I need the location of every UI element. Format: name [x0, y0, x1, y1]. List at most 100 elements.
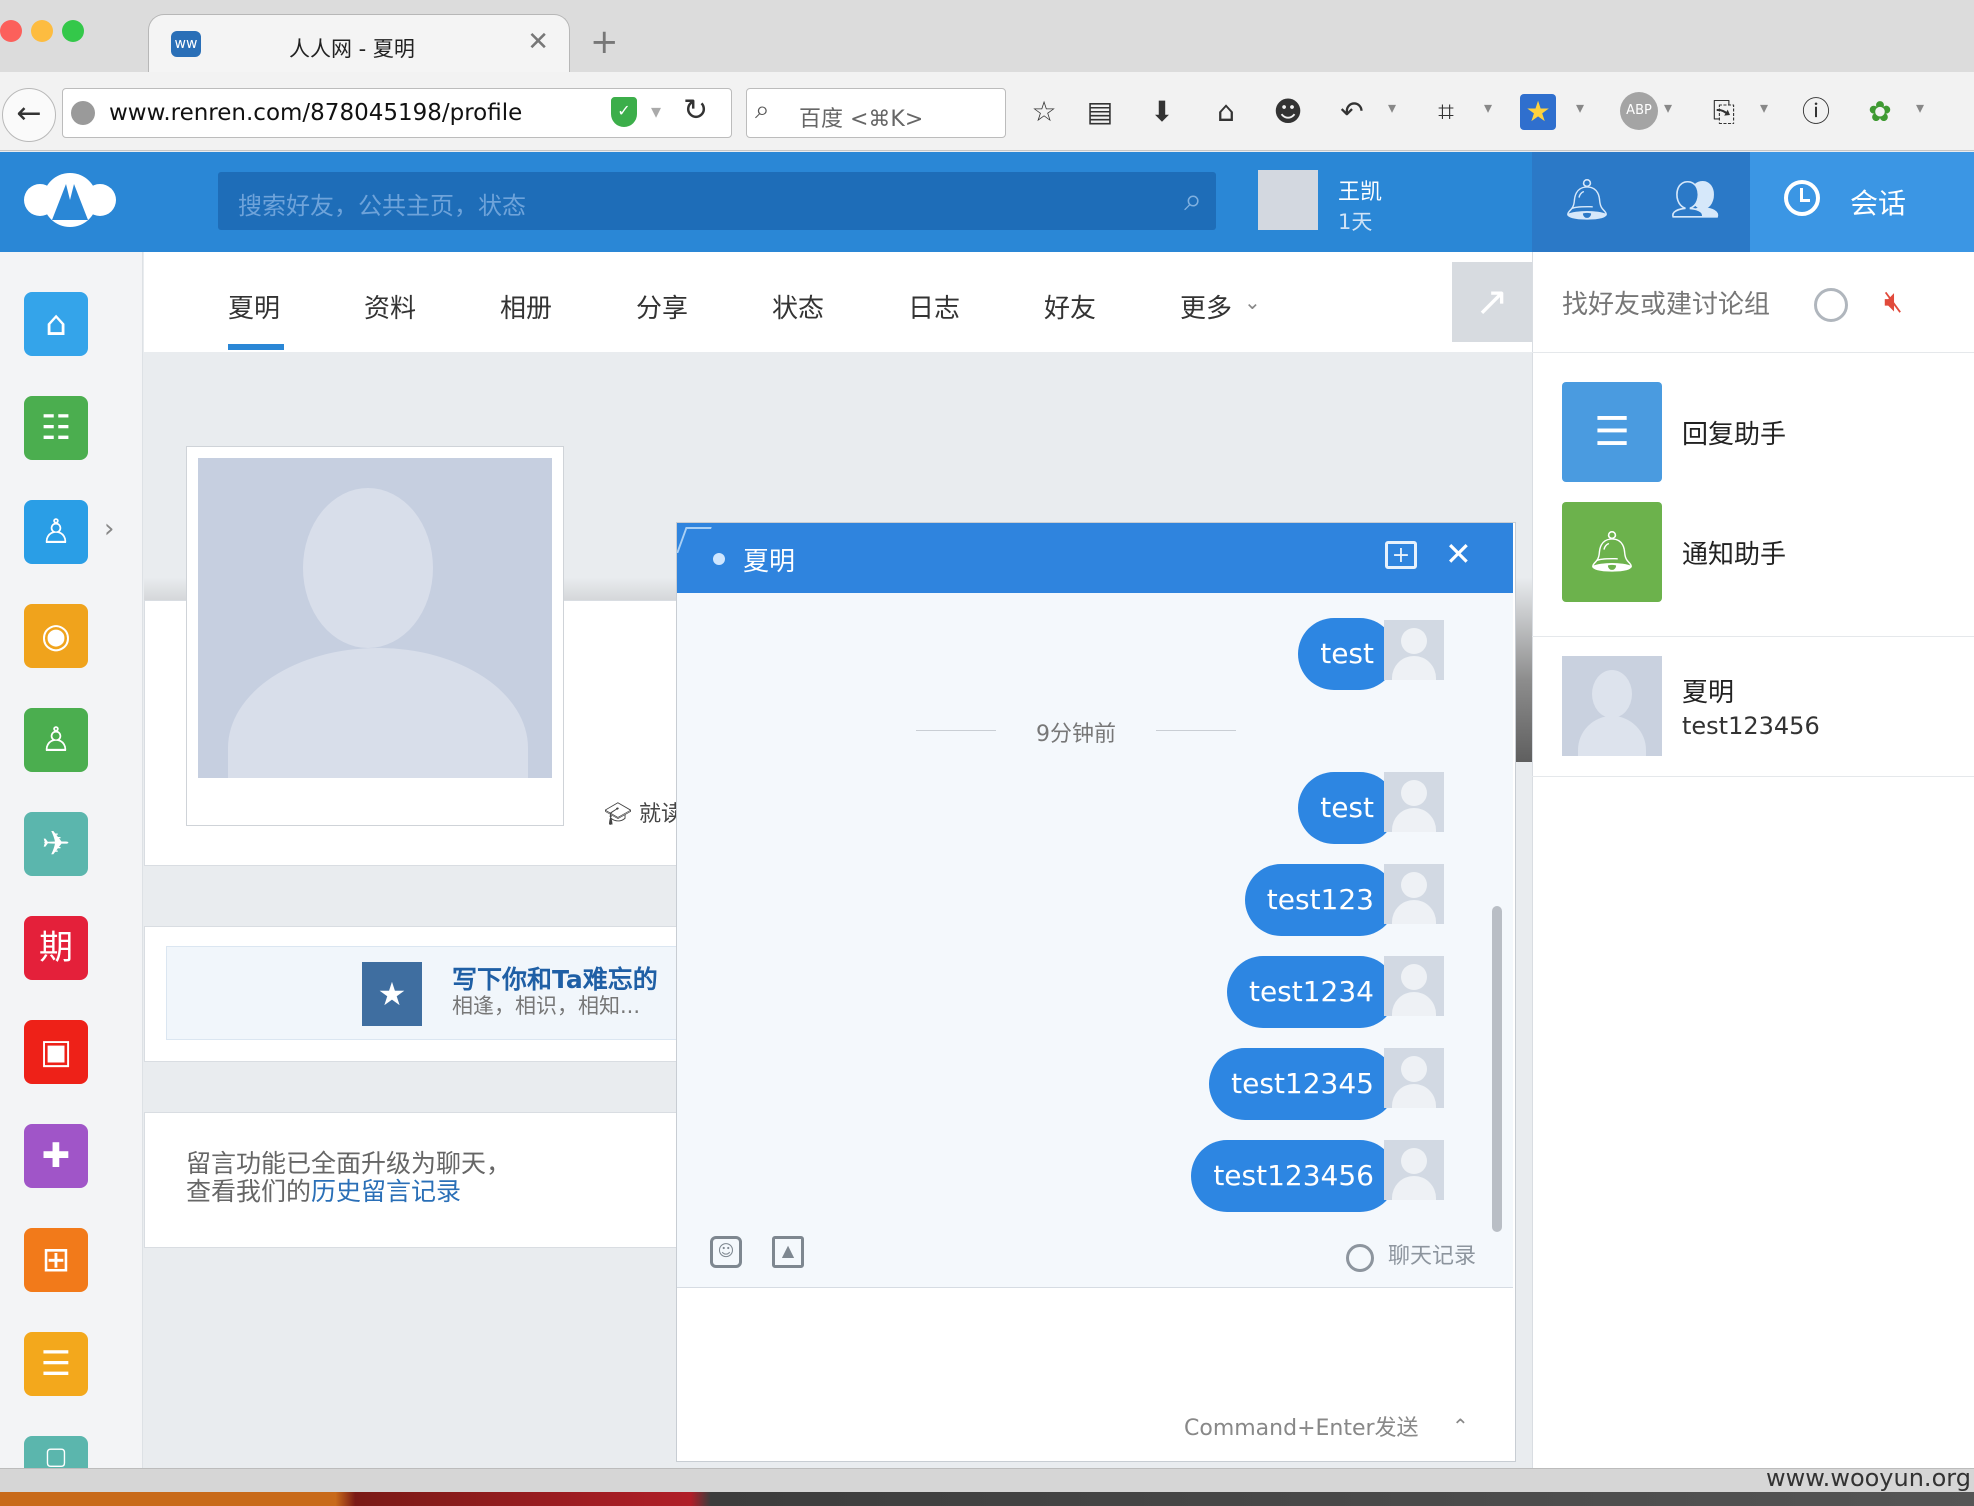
search-icon[interactable]: ⌕ [1184, 180, 1202, 219]
tab-shares[interactable]: 分享 [636, 288, 688, 325]
reply-assistant-label[interactable]: 回复助手 [1682, 414, 1786, 451]
avatar [1384, 1048, 1444, 1108]
user-avatar[interactable] [1258, 170, 1318, 230]
contact-name[interactable]: 夏明 [1682, 672, 1734, 709]
site-search-input[interactable]: 搜索好友，公共主页，状态 ⌕ [218, 172, 1216, 230]
friend-search-input[interactable]: 找好友或建讨论组 [1562, 284, 1770, 321]
share-arrow-icon[interactable]: ↗ [1452, 262, 1532, 342]
clock-icon [1784, 180, 1820, 216]
tab-albums[interactable]: 相册 [500, 288, 552, 325]
horizontal-scrollbar[interactable] [0, 1468, 1974, 1493]
bell-icon[interactable]: 🔔︎ [1560, 170, 1614, 230]
memory-subtitle: 相逢，相识，相知... [452, 994, 641, 1018]
user-name[interactable]: 王凯 [1338, 174, 1382, 206]
bookmark-icon[interactable]: ☰ [24, 1332, 88, 1396]
home-icon[interactable]: ⌂ [24, 292, 88, 356]
browser-search-input[interactable]: ⌕ 百度 <⌘K> [746, 88, 1006, 138]
apps-icon[interactable]: ⊞ [24, 1228, 88, 1292]
chevron-down-icon[interactable]: ▾ [1760, 98, 1768, 117]
profile-card-icon[interactable]: ☷ [24, 396, 88, 460]
profile-photo[interactable] [198, 458, 552, 778]
more-icon[interactable]: ▢ [24, 1436, 88, 1470]
home-icon[interactable]: ⌂ [1206, 92, 1246, 132]
chat-history-button[interactable]: 聊天记录 [1388, 1238, 1476, 1270]
browser-tab[interactable]: ww 人人网 - 夏明 ✕ [148, 14, 570, 73]
tab-friends[interactable]: 好友 [1044, 288, 1096, 325]
chat-icon[interactable]: ☻ [1268, 92, 1308, 132]
live-icon[interactable]: ▣ [24, 1020, 88, 1084]
info-icon[interactable]: ⓘ [1796, 92, 1836, 132]
history-messages-link[interactable]: 历史留言记录 [311, 1177, 461, 1206]
chevron-down-icon[interactable]: ⌄ [1244, 290, 1261, 314]
photo-icon[interactable]: ◉ [24, 604, 88, 668]
site-search-placeholder: 搜索好友，公共主页，状态 [238, 192, 526, 220]
undo-icon[interactable]: ↶ [1332, 92, 1372, 132]
watermark: www.wooyun.org [1766, 1464, 1971, 1492]
adblock-icon[interactable]: ABP [1620, 92, 1658, 130]
mute-icon[interactable]: 🔇︎ [1884, 284, 1903, 319]
renren-logo[interactable] [22, 170, 118, 230]
address-bar[interactable]: www.renren.com/878045198/profile ✓ ▾ ↻ [62, 88, 732, 138]
back-button[interactable]: ← [2, 88, 56, 142]
minimize-window-button[interactable] [31, 20, 53, 42]
chevron-down-icon[interactable]: ▾ [1664, 98, 1672, 117]
extension-icon[interactable]: ✿ [1860, 92, 1900, 132]
maximize-window-button[interactable] [62, 20, 84, 42]
avatar [1384, 772, 1444, 832]
profile-nav [144, 252, 1532, 353]
bell-icon[interactable]: 🔔︎ [1562, 502, 1662, 602]
calendar-icon[interactable]: 期 [24, 916, 88, 980]
crop-icon[interactable]: ⌗ [1426, 92, 1466, 132]
contact-avatar[interactable] [1562, 656, 1662, 756]
chevron-up-icon[interactable]: ⌃ [1452, 1414, 1469, 1438]
search-icon[interactable] [1814, 288, 1848, 322]
chevron-down-icon[interactable]: ▾ [1388, 98, 1396, 117]
download-icon[interactable]: ⬇ [1142, 92, 1182, 132]
close-window-button[interactable] [0, 20, 22, 42]
chevron-right-icon[interactable]: › [104, 514, 114, 544]
renren-favicon-icon: ww [171, 31, 201, 57]
graduation-cap-icon: 🎓︎ [604, 802, 639, 827]
search-placeholder: 百度 <⌘K> [799, 107, 924, 132]
game-icon[interactable]: ✚ [24, 1124, 88, 1188]
reply-assistant-icon[interactable]: ☰ [1562, 382, 1662, 482]
emoji-icon[interactable]: ☺ [710, 1236, 742, 1268]
tab-more[interactable]: 更多 [1180, 288, 1232, 325]
chevron-down-icon[interactable]: ▾ [1484, 98, 1492, 117]
image-icon[interactable]: ▲ [772, 1236, 804, 1268]
chat-message: test12345 [1209, 1048, 1406, 1120]
tab-close-icon[interactable]: ✕ [527, 27, 549, 57]
shield-icon[interactable]: ✓ [611, 97, 637, 127]
person-icon[interactable]: ♙ [24, 500, 88, 564]
user-age: 1天 [1338, 210, 1373, 234]
clipboard-icon[interactable]: ⎘ [1704, 92, 1744, 132]
tab-title: 人人网 - 夏明 [289, 37, 415, 61]
bookmark-star-icon[interactable]: ☆ [1024, 92, 1064, 132]
close-icon[interactable]: ✕ [1445, 535, 1472, 573]
tab-blog[interactable]: 日志 [908, 288, 960, 325]
tab-info[interactable]: 资料 [364, 288, 416, 325]
chat-message: test [1298, 772, 1406, 844]
reading-list-icon[interactable]: ▤ [1080, 92, 1120, 132]
chevron-down-icon[interactable]: ▾ [1916, 98, 1924, 117]
chevron-down-icon[interactable]: ▾ [651, 99, 661, 123]
reload-icon[interactable]: ↻ [683, 93, 708, 128]
notify-assistant-label[interactable]: 通知助手 [1682, 534, 1786, 571]
share-icon[interactable]: ✈ [24, 812, 88, 876]
chat-header[interactable]: 夏明 + ✕ [676, 523, 1513, 593]
chevron-down-icon[interactable]: ▾ [1576, 98, 1584, 117]
add-to-chat-icon[interactable]: + [1385, 541, 1417, 569]
friends-icon[interactable]: ♙ [24, 708, 88, 772]
friends-icon[interactable]: 👥︎ [1668, 170, 1722, 230]
session-tab[interactable]: 会话 [1750, 152, 1974, 252]
tab-status[interactable]: 状态 [772, 288, 824, 325]
history-icon[interactable] [1346, 1244, 1374, 1272]
star-book-icon: ★ [362, 962, 422, 1026]
resize-grip-icon[interactable] [676, 527, 712, 553]
favorites-icon[interactable]: ★ [1520, 94, 1556, 130]
new-tab-button[interactable]: + [590, 22, 619, 62]
chat-scrollbar[interactable] [1492, 906, 1502, 1232]
tab-profile-home[interactable]: 夏明 [228, 288, 280, 325]
chat-message: test [1298, 618, 1406, 690]
contact-last-message: test123456 [1682, 712, 1820, 740]
